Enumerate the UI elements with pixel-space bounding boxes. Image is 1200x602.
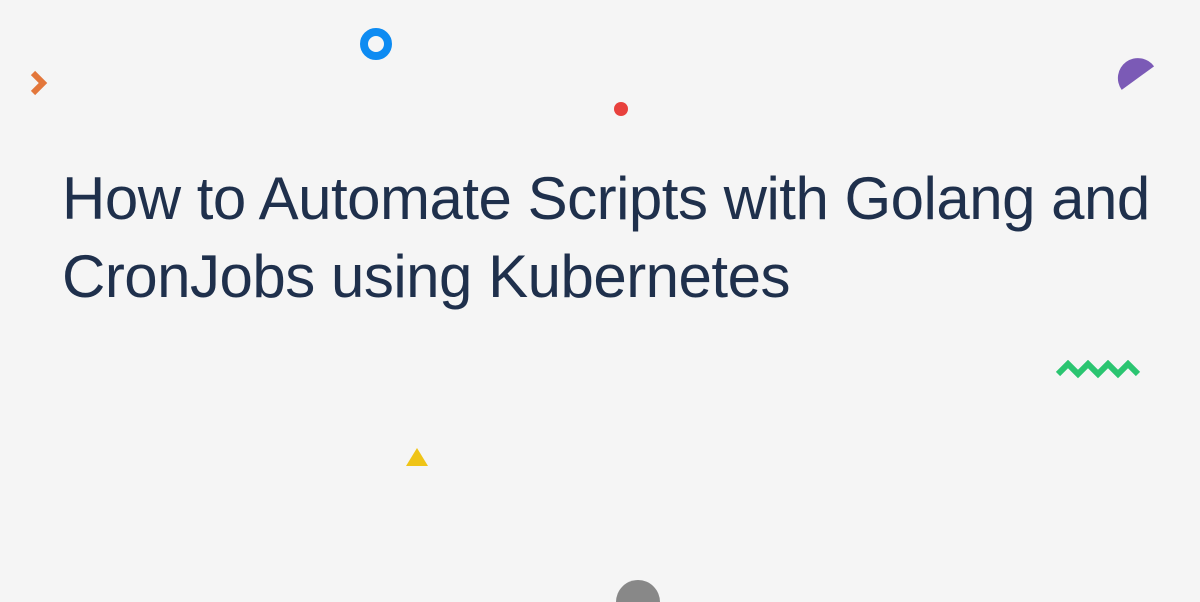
ring-icon (360, 28, 392, 60)
chevron-icon (30, 70, 48, 96)
page-title: How to Automate Scripts with Golang and … (62, 160, 1200, 316)
quarter-circle-icon (1110, 50, 1154, 90)
dot-icon (614, 102, 628, 116)
zigzag-icon (1056, 360, 1142, 380)
triangle-icon (406, 448, 428, 466)
half-circle-icon (616, 580, 660, 602)
